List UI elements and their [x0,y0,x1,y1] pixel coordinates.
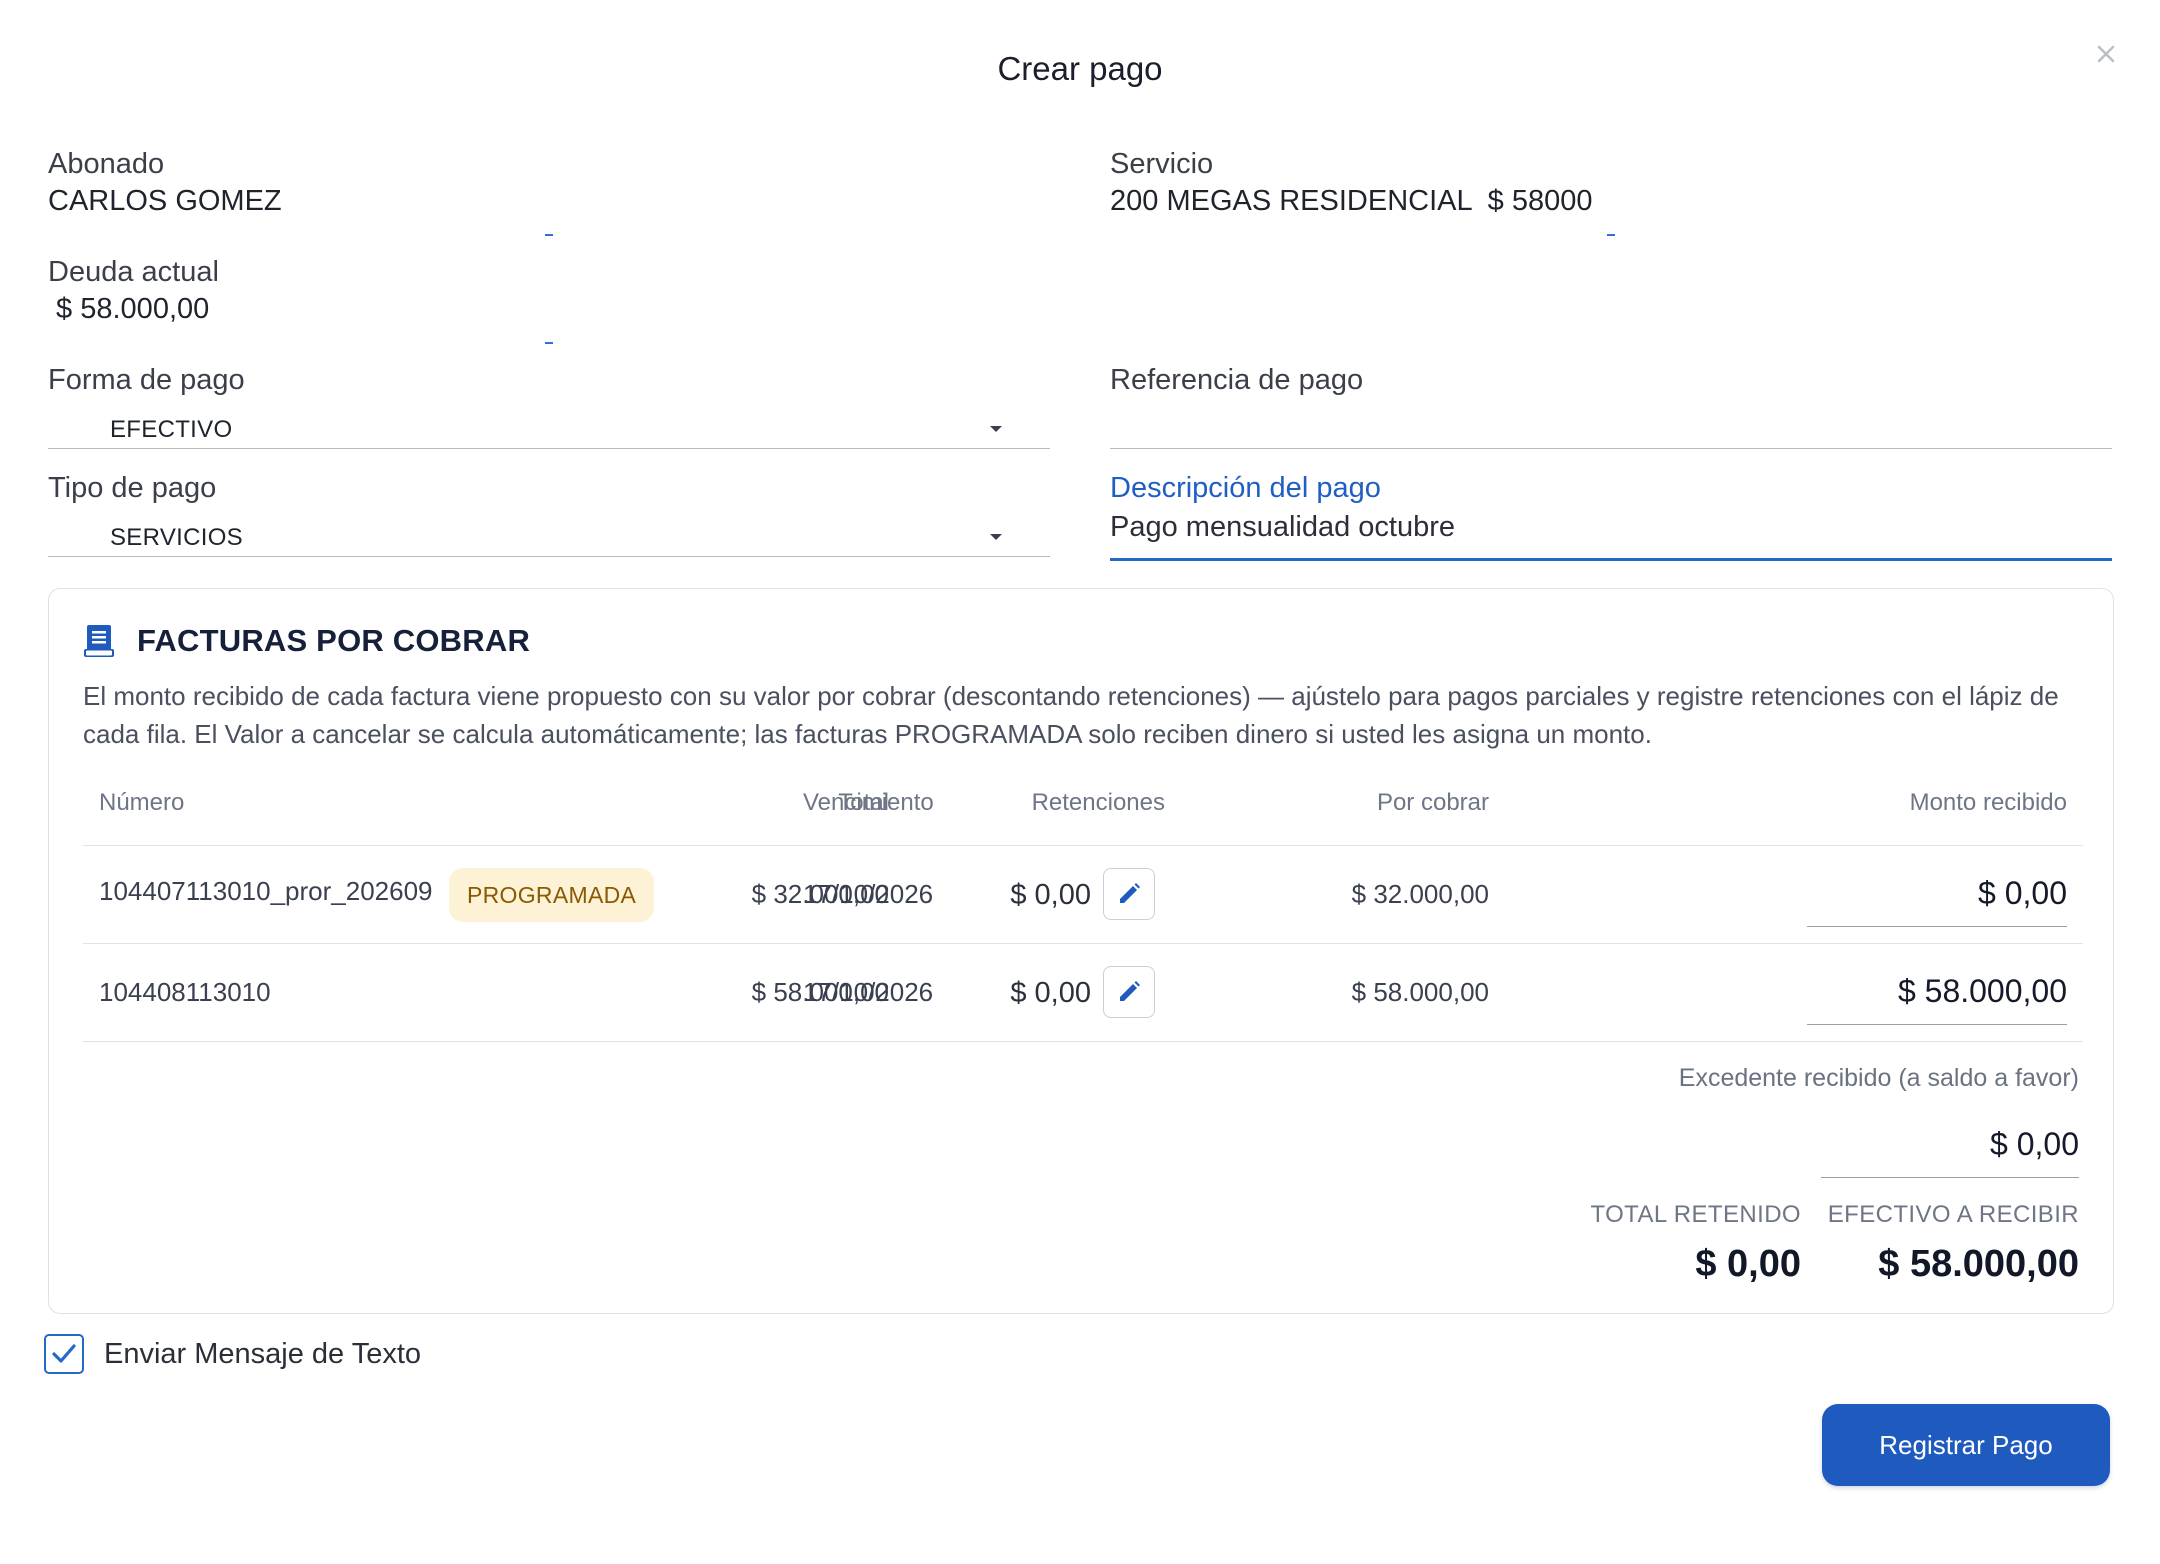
col-retenciones: Retenciones [1031,789,1165,816]
sms-checkbox-label: Enviar Mensaje de Texto [104,1337,422,1370]
deuda-value: $ 58.000,00 [48,293,210,325]
deuda-underline-mark [545,342,553,344]
status-badge: PROGRAMADA [449,868,655,922]
invoices-title: FACTURAS POR COBRAR [137,623,531,658]
invoices-card: FACTURAS POR COBRAR El monto recibido de… [48,588,2114,1314]
forma-pago-label: Forma de pago [48,364,245,396]
edit-retention-button[interactable] [1103,868,1155,920]
sms-checkbox[interactable] [44,1334,84,1374]
servicio-label: Servicio [1110,148,1214,180]
invoice-pending: $ 32.000,00 [1351,879,1489,909]
dialog-title: Crear pago [997,50,1163,87]
descripcion-label: Descripción del pago [1110,472,1381,504]
forma-pago-value: EFECTIVO [110,416,233,443]
invoices-header: FACTURAS POR COBRAR [83,623,530,659]
col-total: Total [838,789,889,816]
total-retained-label: TOTAL RETENIDO [1590,1201,1801,1228]
amount-received-input[interactable]: $ 58.000,00 [1807,962,2067,1025]
abonado-underline-mark [545,234,553,236]
invoice-retentions: $ 0,00 [1010,977,1091,1009]
abonado-label: Abonado [48,148,165,180]
referencia-label: Referencia de pago [1110,364,1364,396]
total-retained-value: $ 0,00 [1695,1243,1801,1285]
tipo-pago-field: Tipo de pago [48,472,216,505]
create-payment-dialog: Crear pago Abonado CARLOS GOMEZ Servicio… [0,0,2160,1564]
pencil-icon [1120,981,1140,1001]
amount-received-value: $ 0,00 [1978,875,2067,911]
cash-to-receive-value: $ 58.000,00 [1878,1243,2079,1285]
dropdown-arrow-icon [990,534,1002,540]
invoice-total: $ 32.000,00 [751,879,889,909]
invoice-retentions: $ 0,00 [1010,879,1091,911]
invoice-number: 104407113010_pror_202609 [99,876,433,906]
descripcion-input[interactable]: Pago mensualidad octubre [1110,504,2112,561]
col-monto-recibido: Monto recibido [1909,789,2067,816]
table-row: 104408113010 17/10/2026 $ 58.000,00 $ 0,… [83,944,2083,1042]
close-icon[interactable] [2088,36,2124,72]
forma-pago-field: Forma de pago [48,364,245,397]
servicio-underline-mark [1607,234,1615,236]
cash-to-receive-label: EFECTIVO A RECIBIR [1827,1201,2079,1228]
amount-received-value: $ 58.000,00 [1897,973,2067,1009]
servicio-field: Servicio 200 MEGAS RESIDENCIAL $ 58000 [1110,148,1593,218]
invoice-pending: $ 58.000,00 [1351,977,1489,1007]
invoice-total: $ 58.000,00 [751,977,889,1007]
servicio-value: 200 MEGAS RESIDENCIAL $ 58000 [1110,185,1593,217]
tipo-pago-value: SERVICIOS [110,524,243,551]
abonado-field: Abonado CARLOS GOMEZ [48,148,282,218]
deuda-field: Deuda actual $ 58.000,00 [48,256,219,326]
tipo-pago-label: Tipo de pago [48,472,217,504]
dropdown-arrow-icon [990,426,1002,432]
col-numero: Número [99,789,185,816]
invoices-description: El monto recibido de cada factura viene … [83,681,2059,749]
col-por-cobrar: Por cobrar [1376,789,1489,816]
table-row: 104407113010_pror_202609 PROGRAMADA 17/1… [83,846,2083,944]
abonado-value: CARLOS GOMEZ [48,185,282,217]
invoices-table-header: Número Vencimiento Total Por cobrar Rete… [83,789,2083,846]
referencia-input[interactable] [1110,404,2112,449]
invoice-number: 104408113010 [99,977,271,1007]
forma-pago-select[interactable]: EFECTIVO [48,404,1050,449]
tipo-pago-select[interactable]: SERVICIOS [48,512,1050,557]
register-payment-button[interactable]: Registrar Pago [1822,1404,2110,1486]
edit-retention-button[interactable] [1103,966,1155,1018]
excess-input[interactable]: $ 0,00 [1821,1109,2079,1178]
pencil-icon [1120,883,1140,903]
sms-checkbox-row[interactable]: Enviar Mensaje de Texto [44,1334,421,1374]
receipt-icon [84,625,114,657]
amount-received-input[interactable]: $ 0,00 [1807,864,2067,927]
excess-value: $ 0,00 [1990,1126,2079,1162]
deuda-label: Deuda actual [48,256,219,288]
descripcion-field: Descripción del pago [1110,472,1381,505]
referencia-field: Referencia de pago [1110,364,1363,397]
descripcion-value: Pago mensualidad octubre [1110,511,1456,543]
excess-label: Excedente recibido (a saldo a favor) [1678,1064,2079,1092]
checkmark-icon [52,1344,76,1363]
